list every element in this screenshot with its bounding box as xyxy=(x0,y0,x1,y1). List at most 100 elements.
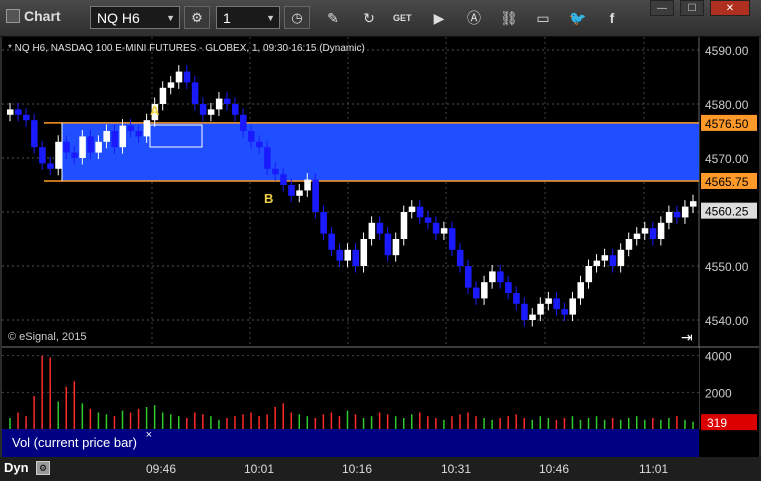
candle-body xyxy=(521,303,528,320)
price-label: 4580.00 xyxy=(705,98,749,112)
play-icon[interactable]: ▶ xyxy=(430,9,448,27)
candle-body xyxy=(7,109,14,115)
candle-body xyxy=(561,309,568,315)
candle-body xyxy=(529,314,536,320)
candle-body xyxy=(103,131,110,142)
candle-body xyxy=(344,249,351,261)
current-price-label: 4560.25 xyxy=(705,205,749,219)
candle-body xyxy=(199,104,207,115)
candle-body xyxy=(47,163,54,169)
pencil-icon[interactable]: ✎ xyxy=(324,9,342,27)
twitter-icon[interactable]: 🐦 xyxy=(569,9,587,27)
facebook-icon[interactable]: f xyxy=(603,9,621,27)
toolbar: Chart NQ H6 ▼ ⚙ 1 ▼ ◷ ✎ ↻ GET ▶ Ⓐ ⛓ ▭ 🐦 f … xyxy=(0,0,761,37)
candle-body xyxy=(111,131,118,148)
volume-panel-label[interactable]: Vol (current price bar) × xyxy=(2,429,154,457)
dynamic-mode-label[interactable]: Dyn xyxy=(4,460,29,475)
candle-body xyxy=(408,206,416,212)
alert-icon[interactable]: Ⓐ xyxy=(465,9,483,27)
candle-body xyxy=(649,228,657,239)
candle-body xyxy=(416,206,424,218)
marker-b: B xyxy=(264,191,273,206)
gear-icon[interactable]: ⚙ xyxy=(184,6,210,29)
candle-body xyxy=(464,266,472,288)
candle-body xyxy=(95,141,102,153)
price-label: 4570.00 xyxy=(705,152,749,166)
candle-body xyxy=(15,109,22,115)
candle-body xyxy=(545,298,552,304)
candle-body xyxy=(481,282,488,299)
candle-body xyxy=(641,228,649,234)
chart-area[interactable]: 4590.00 4580.00 4570.00 4560.25 4550.00 4540.… xyxy=(2,37,759,457)
candle-body xyxy=(617,249,625,266)
price-label: 4540.00 xyxy=(705,314,749,328)
interval-input[interactable]: 1 ▼ xyxy=(216,6,280,29)
dynamic-settings-icon[interactable]: ⚙ xyxy=(36,461,50,475)
candle-body xyxy=(296,190,303,196)
candle-body xyxy=(440,228,448,234)
candle-body xyxy=(633,233,641,239)
app-title: Chart xyxy=(6,8,61,24)
time-label: 09:46 xyxy=(146,462,177,476)
volume-label-bar xyxy=(154,429,699,457)
price-label: 4590.00 xyxy=(705,44,749,58)
chevron-down-icon[interactable]: ▼ xyxy=(166,7,175,30)
time-label: 10:46 xyxy=(539,462,570,476)
candle-body xyxy=(79,136,86,158)
candle-body xyxy=(665,212,673,223)
candle-body xyxy=(625,239,633,250)
candle-body xyxy=(352,249,360,266)
candle-body xyxy=(167,82,175,88)
candle-body xyxy=(248,131,255,142)
time-label: 10:31 xyxy=(441,462,472,476)
candle-body xyxy=(320,212,327,234)
candle-body xyxy=(215,98,223,110)
candle-body xyxy=(657,222,665,239)
candle-body xyxy=(288,185,295,196)
candle-body xyxy=(336,249,343,261)
candle-body xyxy=(392,239,400,256)
candle-body xyxy=(240,114,247,131)
candle-body xyxy=(119,125,127,148)
candle-body xyxy=(231,104,239,115)
chart-header: * NQ H6, NASDAQ 100 E-MINI FUTURES - GLO… xyxy=(8,43,365,54)
candle-body xyxy=(159,87,167,104)
candle-body xyxy=(304,179,311,191)
candle-body xyxy=(376,222,384,234)
time-label: 10:01 xyxy=(244,462,275,476)
candle-body xyxy=(553,298,560,310)
candle-body xyxy=(312,179,319,212)
maximize-button[interactable]: ☐ xyxy=(680,0,704,16)
price-chart[interactable]: 4590.00 4580.00 4570.00 4560.25 4550.00 4540.… xyxy=(2,37,759,457)
expand-icon[interactable]: ⇥ xyxy=(681,329,693,346)
time-axis: Dyn ⚙ 09:46 10:01 10:16 10:31 10:46 11:0… xyxy=(0,457,761,481)
symbol-input[interactable]: NQ H6 ▼ xyxy=(90,6,180,29)
minimize-button[interactable]: — xyxy=(650,0,674,16)
clock-icon[interactable]: ◷ xyxy=(284,6,310,29)
candle-body xyxy=(497,271,504,283)
chevron-down-icon[interactable]: ▼ xyxy=(266,7,275,30)
refresh-icon[interactable]: ↻ xyxy=(360,9,378,27)
get-icon[interactable]: GET xyxy=(393,9,412,27)
close-button[interactable]: ✕ xyxy=(710,0,750,16)
comment-icon[interactable]: ▭ xyxy=(534,9,552,27)
close-icon[interactable]: × xyxy=(146,421,152,449)
level-price-label: 4576.50 xyxy=(705,117,749,131)
candle-body xyxy=(609,255,617,266)
candle-body xyxy=(360,239,368,266)
candle-body xyxy=(31,120,38,148)
current-volume-label: 319 xyxy=(707,416,727,430)
candle-body xyxy=(601,255,609,261)
candle-body xyxy=(489,271,496,283)
candle-body xyxy=(143,120,151,137)
candle-body xyxy=(328,233,335,250)
candle-body xyxy=(577,282,585,299)
candle-body xyxy=(448,228,456,250)
candle-body xyxy=(175,71,183,83)
supply-zone xyxy=(62,122,699,181)
link-icon[interactable]: ⛓ xyxy=(500,9,518,27)
candle-body xyxy=(368,222,376,239)
candle-body xyxy=(127,125,135,131)
candle-body xyxy=(473,287,480,299)
time-label: 11:01 xyxy=(639,462,669,476)
